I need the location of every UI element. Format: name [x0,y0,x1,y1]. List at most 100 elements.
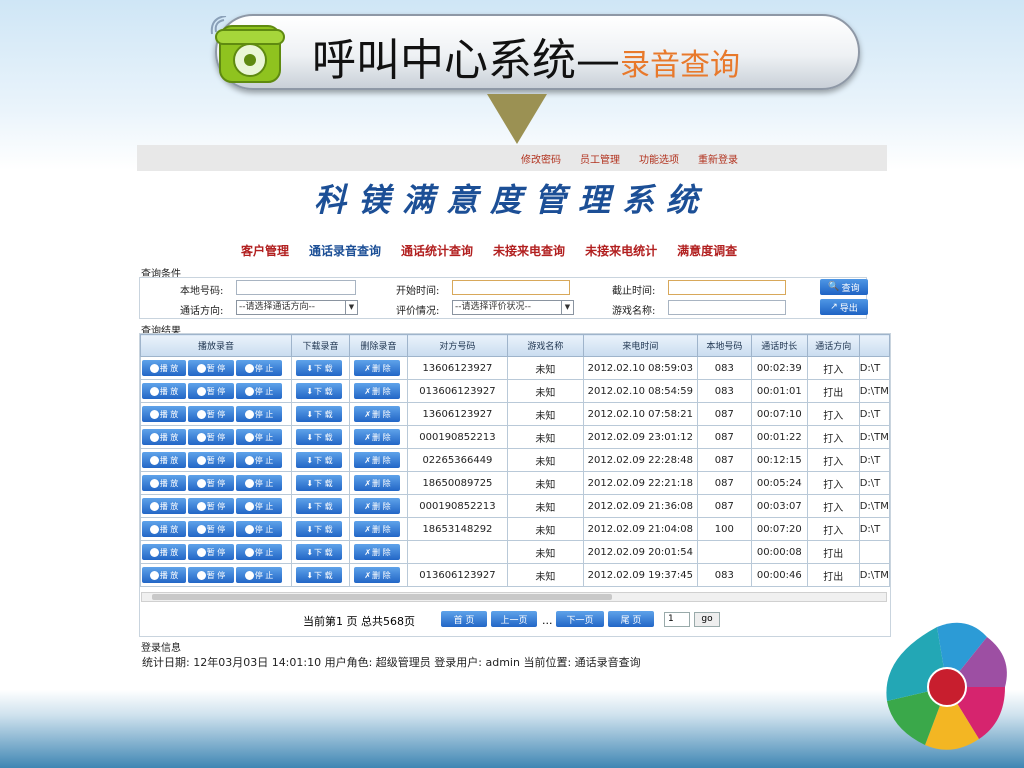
delete-button[interactable]: ✗ 删 除 [354,521,401,537]
nav-missed-call-query[interactable]: 未接来电查询 [493,242,565,259]
next-page-button[interactable]: 下一页 [556,611,604,627]
local-number: 087 [696,425,752,449]
download-button[interactable]: ⬇ 下 载 [296,406,343,422]
search-button[interactable]: 🔍 查询 [820,279,868,295]
table-row: 播 放暂 停停 止 ⬇ 下 载 ✗ 删 除 13606123927 未知 2012.02.10… [140,356,890,380]
relogin-link[interactable]: 重新登录 [698,151,738,166]
page-number-input[interactable]: 1 [664,612,690,627]
pause-button[interactable]: 暂 停 [188,475,234,491]
call-direction: 打出 [806,540,860,564]
delete-button[interactable]: ✗ 删 除 [354,452,401,468]
download-cell: ⬇ 下 载 [290,517,350,541]
pause-button[interactable]: 暂 停 [188,383,234,399]
pager: 当前第1 页 总共568页 首 页 上一页 ... 下一页 尾 页 1 go [137,608,887,632]
pause-button[interactable]: 暂 停 [188,498,234,514]
download-button[interactable]: ⬇ 下 载 [296,498,343,514]
game-name-input[interactable] [668,300,786,315]
horizontal-scrollbar[interactable] [141,592,887,602]
delete-button[interactable]: ✗ 删 除 [354,429,401,445]
staff-management-link[interactable]: 员工管理 [580,151,620,166]
stop-button[interactable]: 停 止 [236,406,282,422]
delete-button[interactable]: ✗ 删 除 [354,567,401,583]
pause-button[interactable]: 暂 停 [188,567,234,583]
direction-select[interactable]: --请选择通话方向-- ▼ [236,300,358,315]
delete-cell: ✗ 删 除 [348,563,408,587]
change-password-link[interactable]: 修改密码 [521,151,561,166]
delete-button[interactable]: ✗ 删 除 [354,544,401,560]
stop-button[interactable]: 停 止 [236,498,282,514]
stop-button[interactable]: 停 止 [236,429,282,445]
recording-path: D:\TM [858,494,890,518]
pause-button[interactable]: 暂 停 [188,452,234,468]
stop-button[interactable]: 停 止 [236,567,282,583]
function-options-link[interactable]: 功能选项 [639,151,679,166]
scrollbar-thumb[interactable] [152,594,612,600]
rating-select[interactable]: --请选择评价状况-- ▼ [452,300,574,315]
start-time-input[interactable] [452,280,570,295]
end-time-label: 截止时间: [612,286,656,297]
pager-ellipsis: ... [542,614,553,627]
last-page-button[interactable]: 尾 页 [608,611,654,627]
call-duration: 00:07:10 [750,402,808,426]
play-button[interactable]: 播 放 [142,406,186,422]
call-time: 2012.02.09 22:21:18 [582,471,698,495]
export-button[interactable]: ↗ 导出 [820,299,868,315]
go-button[interactable]: go [694,612,720,627]
call-time: 2012.02.10 07:58:21 [582,402,698,426]
pause-icon [196,455,206,465]
play-button[interactable]: 播 放 [142,498,186,514]
pause-button[interactable]: 暂 停 [188,429,234,445]
nav-customer-management[interactable]: 客户管理 [241,242,289,259]
play-icon [149,547,159,557]
play-icon [149,570,159,580]
play-button[interactable]: 播 放 [142,452,186,468]
stop-button[interactable]: 停 止 [236,360,282,376]
download-button[interactable]: ⬇ 下 载 [296,429,343,445]
recording-path: D:\T [858,517,890,541]
download-button[interactable]: ⬇ 下 载 [296,475,343,491]
pause-button[interactable]: 暂 停 [188,544,234,560]
table-row: 播 放暂 停停 止 ⬇ 下 载 ✗ 删 除 013606123927 未知 2012.02.0… [140,563,890,587]
stop-button[interactable]: 停 止 [236,521,282,537]
play-button[interactable]: 播 放 [142,383,186,399]
play-button[interactable]: 播 放 [142,567,186,583]
play-button[interactable]: 播 放 [142,521,186,537]
first-page-button[interactable]: 首 页 [441,611,487,627]
delete-button[interactable]: ✗ 删 除 [354,383,401,399]
telephone-icon [210,16,285,83]
col-call-time: 来电时间 [582,334,698,357]
download-button[interactable]: ⬇ 下 载 [296,360,343,376]
table-row: 播 放暂 停停 止 ⬇ 下 载 ✗ 删 除 02265366449 未知 2012.02.09… [140,448,890,472]
nav-missed-call-statistics[interactable]: 未接来电统计 [585,242,657,259]
play-button[interactable]: 播 放 [142,360,186,376]
pause-button[interactable]: 暂 停 [188,521,234,537]
nav-call-recording-query[interactable]: 通话录音查询 [309,242,381,259]
play-button[interactable]: 播 放 [142,544,186,560]
stop-button[interactable]: 停 止 [236,383,282,399]
local-number-label: 本地号码: [180,286,224,297]
play-button[interactable]: 播 放 [142,429,186,445]
delete-button[interactable]: ✗ 删 除 [354,360,401,376]
pause-button[interactable]: 暂 停 [188,406,234,422]
pause-button[interactable]: 暂 停 [188,360,234,376]
prev-page-button[interactable]: 上一页 [491,611,537,627]
download-button[interactable]: ⬇ 下 载 [296,452,343,468]
download-button[interactable]: ⬇ 下 载 [296,567,343,583]
nav-satisfaction-survey[interactable]: 满意度调查 [677,242,737,259]
download-button[interactable]: ⬇ 下 载 [296,383,343,399]
pause-icon [196,363,206,373]
download-button[interactable]: ⬇ 下 载 [296,544,343,560]
nav-call-statistics-query[interactable]: 通话统计查询 [401,242,473,259]
local-number: 087 [696,471,752,495]
delete-button[interactable]: ✗ 删 除 [354,475,401,491]
stop-button[interactable]: 停 止 [236,544,282,560]
delete-button[interactable]: ✗ 删 除 [354,498,401,514]
download-button[interactable]: ⬇ 下 载 [296,521,343,537]
play-button[interactable]: 播 放 [142,475,186,491]
end-time-input[interactable] [668,280,786,295]
game-name: 未知 [506,494,584,518]
delete-button[interactable]: ✗ 删 除 [354,406,401,422]
stop-button[interactable]: 停 止 [236,475,282,491]
local-number-input[interactable] [236,280,356,295]
stop-button[interactable]: 停 止 [236,452,282,468]
